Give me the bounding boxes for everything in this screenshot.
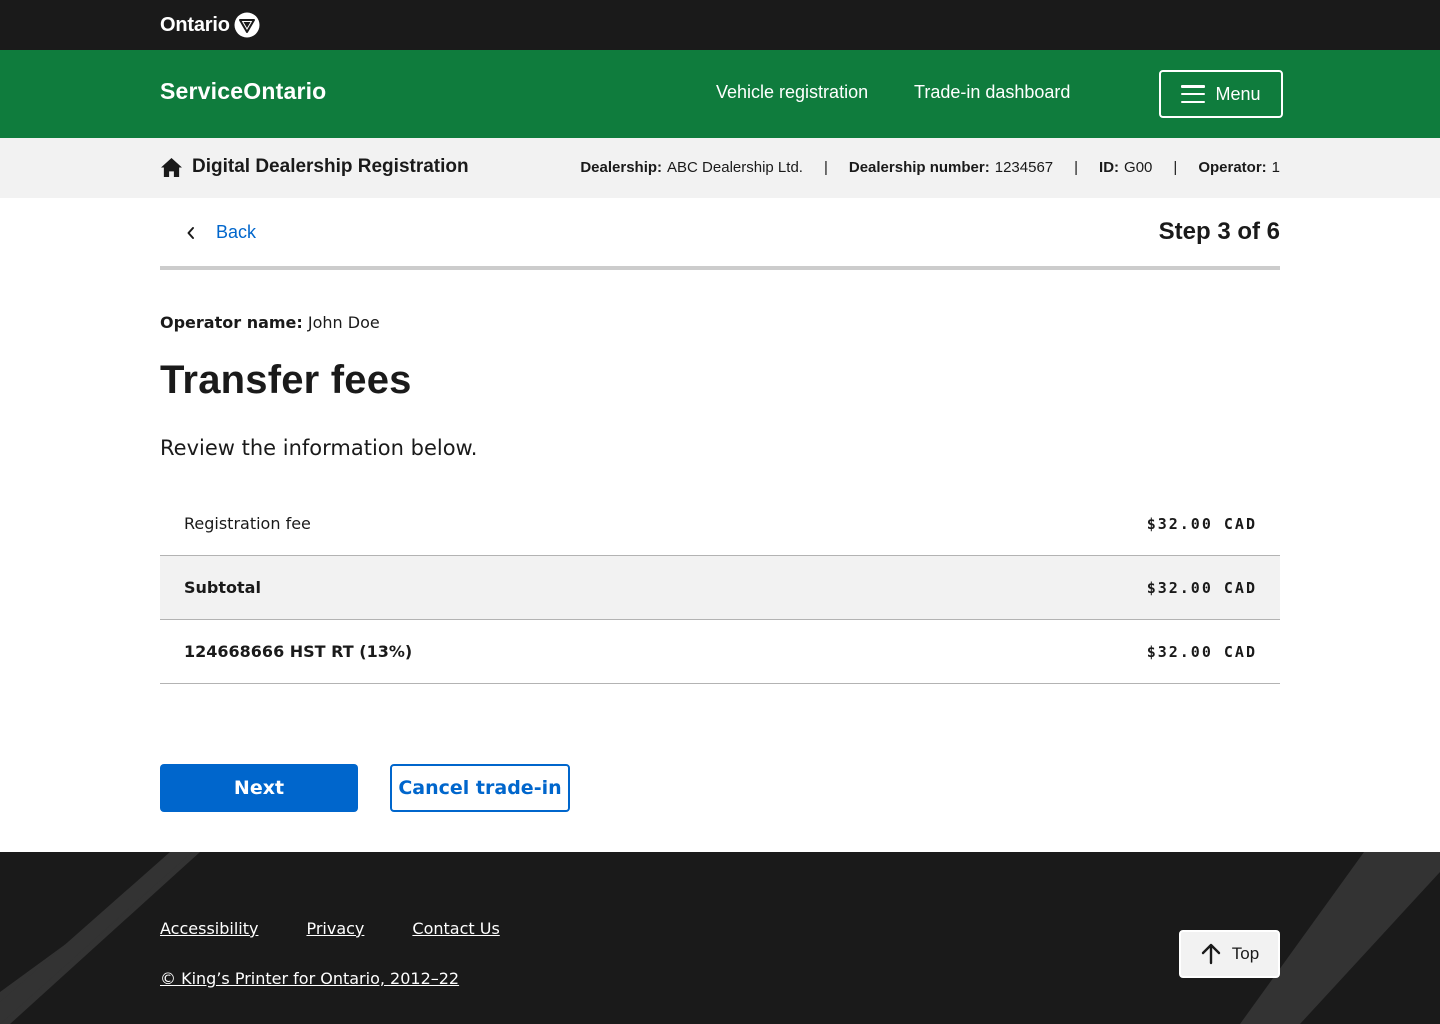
footer-link-contact-us[interactable]: Contact Us [412,919,499,938]
menu-button[interactable]: Menu [1159,70,1283,118]
hamburger-icon [1181,85,1206,103]
intro-text: Review the information below. [160,436,478,460]
ontario-logo[interactable]: Ontario [160,12,260,38]
footer-link-privacy[interactable]: Privacy [306,919,364,938]
arrow-up-icon [1201,943,1220,965]
progress-row: Back Step 3 of 6 [160,198,1280,270]
fee-amount: $32.00 CAD [1146,514,1257,533]
fee-label: Subtotal [184,578,261,597]
trillium-icon [234,12,260,38]
service-ontario-brand[interactable]: ServiceOntario [160,78,326,105]
footer-link-accessibility[interactable]: Accessibility [160,919,258,938]
fee-row-hst: 124668666 HST RT (13%) $32.00 CAD [160,620,1280,684]
footer-decoration-left [0,852,200,1024]
menu-button-label: Menu [1215,83,1261,104]
id-label: ID: [1099,159,1120,176]
meta-separator: | [1074,159,1079,176]
chevron-left-icon [187,226,194,239]
back-to-top-label: Top [1231,944,1260,963]
fee-amount: $32.00 CAD [1146,642,1257,661]
page-title: Transfer fees [160,358,412,402]
operator-value: 1 [1271,159,1280,176]
ontario-logo-text: Ontario [160,13,230,36]
back-to-top-button[interactable]: Top [1179,930,1280,978]
ontario-top-bar: Ontario [0,0,1440,50]
next-button[interactable]: Next [160,764,358,812]
cancel-trade-in-button[interactable]: Cancel trade-in [390,764,570,812]
nav-trade-in-dashboard[interactable]: Trade-in dashboard [914,82,1070,103]
back-link-label: Back [216,222,257,242]
dealership-label: Dealership: [580,159,663,176]
fees-table: Registration fee $32.00 CAD Subtotal $32… [160,492,1280,684]
back-link[interactable]: Back [186,222,256,243]
app-subheader: Digital Dealership Registration Dealersh… [0,138,1440,198]
fee-amount: $32.00 CAD [1146,578,1257,597]
site-header: ServiceOntario Vehicle registration Trad… [0,50,1440,138]
step-indicator: Step 3 of 6 [1158,218,1280,245]
meta-separator: | [823,159,828,176]
app-home-link[interactable]: Digital Dealership Registration [160,156,469,178]
operator-label: Operator: [1198,159,1267,176]
operator-name-value: John Doe [307,313,380,332]
operator-name-label: Operator name: [160,313,303,332]
id-value: G00 [1124,159,1153,176]
home-icon [161,157,182,177]
fee-label: 124668666 HST RT (13%) [184,642,413,661]
copyright-link[interactable]: © King’s Printer for Ontario, 2012–22 [160,969,459,988]
dealership-value: ABC Dealership Ltd. [667,159,803,176]
app-title: Digital Dealership Registration [192,156,469,177]
dealership-meta: Dealership: ABC Dealership Ltd. | Dealer… [580,159,1280,176]
dealership-number-value: 1234567 [994,159,1054,176]
meta-separator: | [1173,159,1178,176]
fee-label: Registration fee [184,514,311,533]
nav-vehicle-registration[interactable]: Vehicle registration [716,82,868,103]
fee-row-subtotal: Subtotal $32.00 CAD [160,556,1280,620]
fee-row-registration: Registration fee $32.00 CAD [160,492,1280,556]
footer-links: Accessibility Privacy Contact Us [160,919,500,938]
site-footer: Accessibility Privacy Contact Us © King’… [0,852,1440,1024]
operator-name: Operator name: John Doe [160,313,380,332]
dealership-number-label: Dealership number: [848,159,990,176]
